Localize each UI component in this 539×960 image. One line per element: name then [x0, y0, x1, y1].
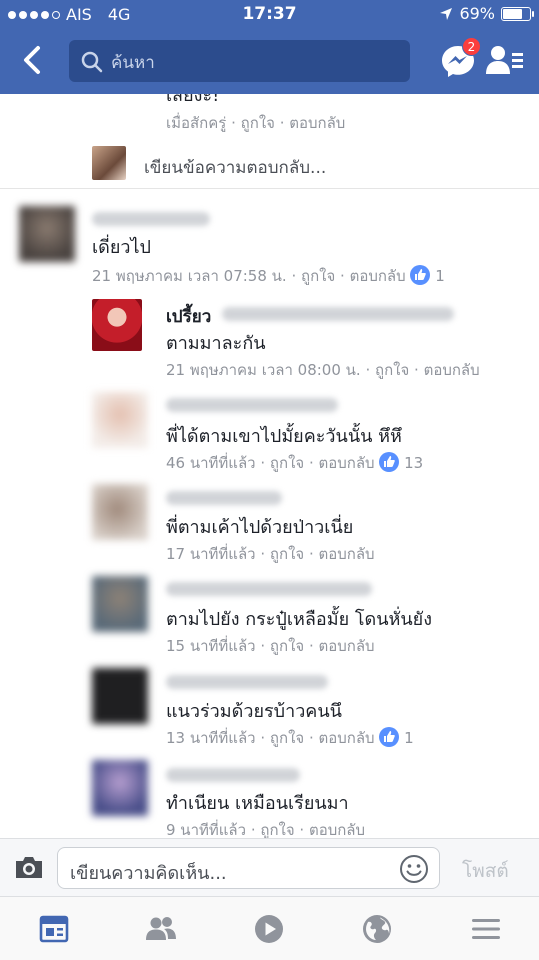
like-count: 13 — [404, 454, 424, 472]
previous-reply-text: เสียงะ! — [166, 94, 220, 106]
my-avatar — [92, 146, 126, 180]
video-icon[interactable] — [253, 913, 285, 945]
friend-requests-icon[interactable] — [486, 44, 524, 76]
status-bar: AIS 4G 17:37 69% — [0, 0, 539, 30]
reply-text: แนวร่วมด้วยรบ้าวคนนึ — [166, 701, 342, 722]
reply-text: ตามมาละกัน — [166, 333, 266, 354]
reply-link[interactable]: ตอบกลับ — [319, 729, 375, 747]
avatar[interactable] — [92, 299, 142, 351]
comment-input[interactable]: เขียนความคิดเห็น... — [70, 858, 227, 887]
messenger-badge: 2 — [462, 37, 481, 56]
avatar[interactable] — [92, 484, 148, 540]
avatar[interactable] — [92, 668, 148, 724]
reply-text: พี่ได้ตามเขาไปมั้ยคะวันนั้น หึหึ — [166, 426, 402, 447]
back-icon[interactable] — [18, 44, 48, 76]
commenter-name-blurred[interactable] — [166, 671, 328, 690]
reply-prompt[interactable]: เขียนข้อความตอบกลับ... — [144, 154, 326, 181]
like-icon — [379, 726, 400, 747]
like-count: 1 — [435, 267, 445, 285]
battery-icon — [501, 6, 534, 21]
top-bar: AIS 4G 17:37 69% ค้นหา 2 — [0, 0, 539, 94]
avatar[interactable] — [19, 206, 75, 262]
globe-icon[interactable] — [361, 913, 393, 945]
avatar[interactable] — [92, 392, 148, 448]
like-link[interactable]: ถูกใจ — [270, 454, 304, 472]
bottom-nav — [0, 896, 539, 960]
like-icon — [379, 451, 400, 472]
reply-meta: 15 นาทีที่แล้ว · ถูกใจ · ตอบกลับ — [166, 637, 375, 655]
battery-percent: 69% — [459, 4, 495, 23]
like-count: 1 — [404, 729, 414, 747]
search-icon — [81, 51, 103, 73]
like-link[interactable]: ถูกใจ — [375, 361, 409, 379]
reply-text: ทำเนียน เหมือนเรียนมา — [166, 793, 349, 814]
like-link[interactable]: ถูกใจ — [270, 637, 304, 655]
like-link[interactable]: ถูกใจ — [270, 729, 304, 747]
location-icon — [440, 7, 453, 20]
reply-meta: 13 นาทีที่แล้ว · ถูกใจ · ตอบกลับ 1 — [166, 726, 414, 750]
friends-icon[interactable] — [145, 913, 177, 945]
commenter-name-blurred[interactable] — [166, 487, 282, 506]
commenter-name[interactable]: เปรี้ยว — [166, 303, 211, 330]
reply-link[interactable]: ตอบกลับ — [319, 454, 375, 472]
commenter-name-blurred[interactable] — [166, 394, 338, 413]
reply-link[interactable]: ตอบกลับ — [319, 545, 375, 563]
comment-input-box[interactable]: เขียนความคิดเห็น... — [57, 847, 440, 889]
post-button[interactable]: โพสต์ — [462, 856, 509, 886]
reply-link[interactable]: ตอบกลับ — [319, 637, 375, 655]
reply-meta: 17 นาทีที่แล้ว · ถูกใจ · ตอบกลับ — [166, 545, 375, 563]
commenter-name-blurred[interactable] — [166, 764, 300, 783]
reply-meta: 9 นาทีที่แล้ว · ถูกใจ · ตอบกลับ — [166, 821, 366, 838]
comment-text: เดี่ยวไป — [92, 237, 151, 258]
like-icon — [410, 264, 431, 285]
reply-text: พี่ตามเค้าไปด้วยป่าวเนี่ย — [166, 517, 354, 538]
like-link[interactable]: ถูกใจ — [241, 114, 275, 132]
commenter-name-blurred[interactable] — [92, 208, 210, 227]
comments-feed[interactable]: เสียงะ! เมื่อสักครู่ · ถูกใจ · ตอบกลับ เ… — [0, 94, 539, 838]
like-link[interactable]: ถูกใจ — [301, 267, 335, 285]
menu-icon[interactable] — [470, 913, 502, 945]
like-link[interactable]: ถูกใจ — [260, 821, 294, 838]
smiley-icon[interactable] — [399, 854, 429, 884]
comment-composer: เขียนความคิดเห็น... โพสต์ — [0, 838, 539, 896]
commenter-name-blurred — [222, 303, 454, 322]
like-link[interactable]: ถูกใจ — [270, 545, 304, 563]
divider — [0, 188, 539, 189]
reply-link[interactable]: ตอบกลับ — [424, 361, 480, 379]
previous-reply-meta: เมื่อสักครู่ · ถูกใจ · ตอบกลับ — [166, 114, 346, 132]
commenter-name-blurred[interactable] — [166, 578, 372, 597]
reply-meta: 46 นาทีที่แล้ว · ถูกใจ · ตอบกลับ 13 — [166, 451, 423, 475]
reply-link[interactable]: ตอบกลับ — [289, 114, 345, 132]
reply-link[interactable]: ตอบกลับ — [350, 267, 406, 285]
avatar[interactable] — [92, 576, 148, 632]
reply-meta: 21 พฤษภาคม เวลา 08:00 น. · ถูกใจ · ตอบกล… — [166, 361, 480, 379]
comment-meta: 21 พฤษภาคม เวลา 07:58 น. · ถูกใจ · ตอบกล… — [92, 264, 445, 288]
camera-icon[interactable] — [14, 854, 44, 880]
reply-text: ตามไปยัง กระปู๋เหลือมั้ย โดนหั่นยัง — [166, 609, 433, 630]
search-input[interactable]: ค้นหา — [111, 49, 155, 76]
news-feed-icon[interactable] — [38, 913, 70, 945]
avatar[interactable] — [92, 760, 148, 816]
reply-link[interactable]: ตอบกลับ — [309, 821, 365, 838]
search-bar[interactable]: ค้นหา — [69, 40, 410, 82]
